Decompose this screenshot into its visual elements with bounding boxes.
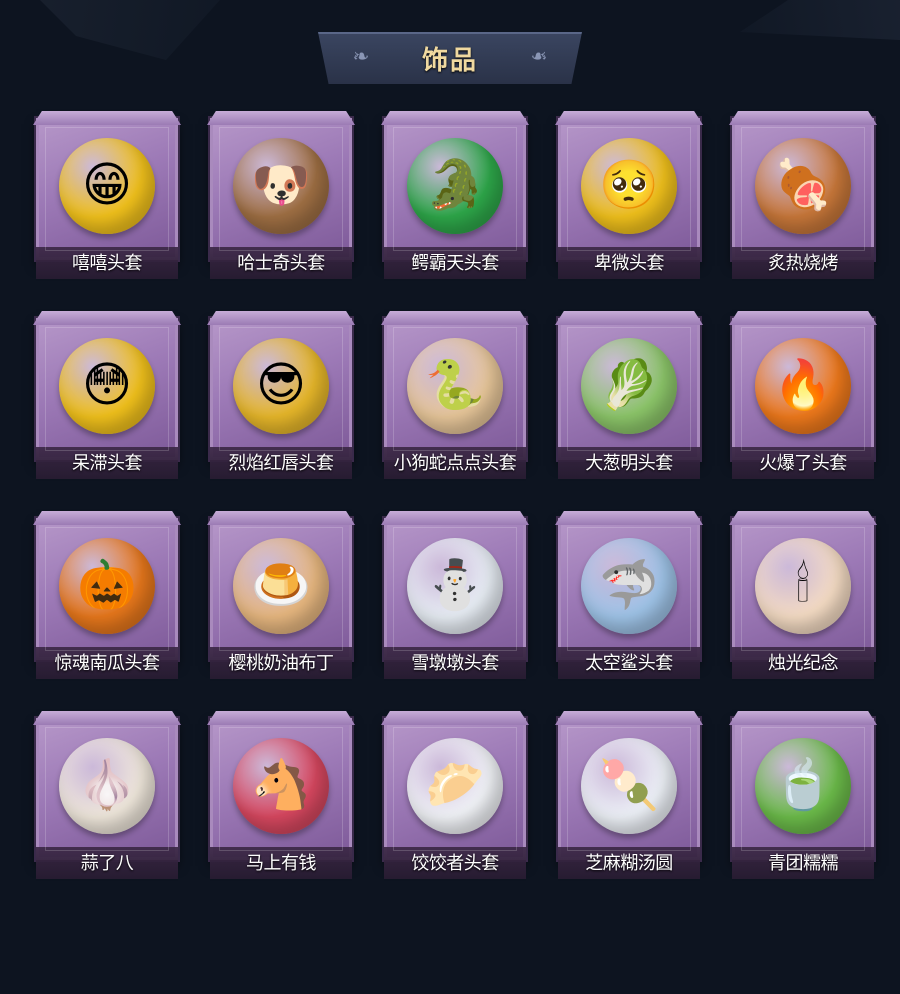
snake-icon: 🐍 xyxy=(407,338,503,435)
accessory-card[interactable]: 🐶 哈士奇头套 xyxy=(210,118,352,279)
accessory-name: 饺饺者头套 xyxy=(384,847,526,879)
accessory-name: 烛光纪念 xyxy=(732,647,874,679)
accessory-card[interactable]: 🥺 卑微头套 xyxy=(558,118,700,279)
yellow-mask-sunglasses-icon: 😎 xyxy=(233,338,329,435)
background-decoration xyxy=(40,0,220,60)
accessory-name: 哈士奇头套 xyxy=(210,247,352,279)
accessory-card[interactable]: 🕯 烛光纪念 xyxy=(732,518,874,679)
accessory-name: 鳄霸天头套 xyxy=(384,247,526,279)
husky-sunglasses-icon: 🐶 xyxy=(233,138,329,235)
pumpkin-icon: 🎃 xyxy=(59,538,155,635)
accessory-card[interactable]: 🍵 青团糯糯 xyxy=(732,718,874,879)
bbq-meat-icon: 🍖 xyxy=(755,138,851,235)
fire-face-icon: 🔥 xyxy=(755,338,851,435)
accessory-name: 大葱明头套 xyxy=(558,447,700,479)
red-horse-icon: 🐴 xyxy=(233,738,329,835)
garlic-icon: 🧄 xyxy=(59,738,155,835)
accessory-card[interactable]: 🥟 饺饺者头套 xyxy=(384,718,526,879)
shark-icon: 🦈 xyxy=(581,538,677,635)
accessory-card[interactable]: 😁 嘻嘻头套 xyxy=(36,118,178,279)
grinning-face-icon: 😁 xyxy=(59,138,155,235)
accessory-card[interactable]: 🍮 樱桃奶油布丁 xyxy=(210,518,352,679)
accessory-card[interactable]: 😳 呆滞头套 xyxy=(36,318,178,479)
accessory-name: 青团糯糯 xyxy=(732,847,874,879)
accessory-name: 烈焰红唇头套 xyxy=(210,447,352,479)
accessory-card[interactable]: 🐍 小狗蛇点点头套 xyxy=(384,318,526,479)
accessory-name: 嘻嘻头套 xyxy=(36,247,178,279)
accessory-name: 太空鲨头套 xyxy=(558,647,700,679)
accessory-name: 火爆了头套 xyxy=(732,447,874,479)
accessory-card[interactable]: ⛄ 雪墩墩头套 xyxy=(384,518,526,679)
accessory-card[interactable]: 🥬 大葱明头套 xyxy=(558,318,700,479)
snowman-icon: ⛄ xyxy=(407,538,503,635)
background-decoration xyxy=(740,0,900,40)
candle-icon: 🕯 xyxy=(755,538,851,635)
accessory-card[interactable]: 🎃 惊魂南瓜头套 xyxy=(36,518,178,679)
accessory-name: 樱桃奶油布丁 xyxy=(210,647,352,679)
accessory-card[interactable]: 🍡 芝麻糊汤圆 xyxy=(558,718,700,879)
dumpling-icon: 🥟 xyxy=(407,738,503,835)
accessory-card[interactable]: 😎 烈焰红唇头套 xyxy=(210,318,352,479)
accessory-name: 惊魂南瓜头套 xyxy=(36,647,178,679)
tangyuan-icon: 🍡 xyxy=(581,738,677,835)
accessory-name: 蒜了八 xyxy=(36,847,178,879)
dazed-face-icon: 😳 xyxy=(59,338,155,435)
accessory-card[interactable]: 🦈 太空鲨头套 xyxy=(558,518,700,679)
accessory-card[interactable]: 🔥 火爆了头套 xyxy=(732,318,874,479)
green-onion-icon: 🥬 xyxy=(581,338,677,435)
section-title: 饰品 xyxy=(421,44,478,75)
accessory-name: 芝麻糊汤圆 xyxy=(558,847,700,879)
accessory-name: 呆滞头套 xyxy=(36,447,178,479)
section-banner: ❧ 饰品 ❧ xyxy=(318,32,582,84)
ornament-icon: ❧ xyxy=(530,46,548,68)
accessory-name: 雪墩墩头套 xyxy=(384,647,526,679)
crocodile-icon: 🐊 xyxy=(407,138,503,235)
accessory-card[interactable]: 🐊 鳄霸天头套 xyxy=(384,118,526,279)
accessory-card[interactable]: 🍖 炙热烧烤 xyxy=(732,118,874,279)
accessory-name: 马上有钱 xyxy=(210,847,352,879)
accessory-name: 卑微头套 xyxy=(558,247,700,279)
humble-face-icon: 🥺 xyxy=(581,138,677,235)
accessory-grid: 😁 嘻嘻头套 🐶 哈士奇头套 🐊 鳄霸天头套 🥺 卑微头套 🍖 炙热烧烤 😳 呆滞头套 😎 烈焰红唇头套 🐍… xyxy=(36,118,874,879)
accessory-card[interactable]: 🐴 马上有钱 xyxy=(210,718,352,879)
accessory-name: 小狗蛇点点头套 xyxy=(384,447,526,479)
pudding-icon: 🍮 xyxy=(233,538,329,635)
ornament-icon: ❧ xyxy=(352,46,370,68)
accessory-name: 炙热烧烤 xyxy=(732,247,874,279)
green-rice-ball-icon: 🍵 xyxy=(755,738,851,835)
accessory-card[interactable]: 🧄 蒜了八 xyxy=(36,718,178,879)
